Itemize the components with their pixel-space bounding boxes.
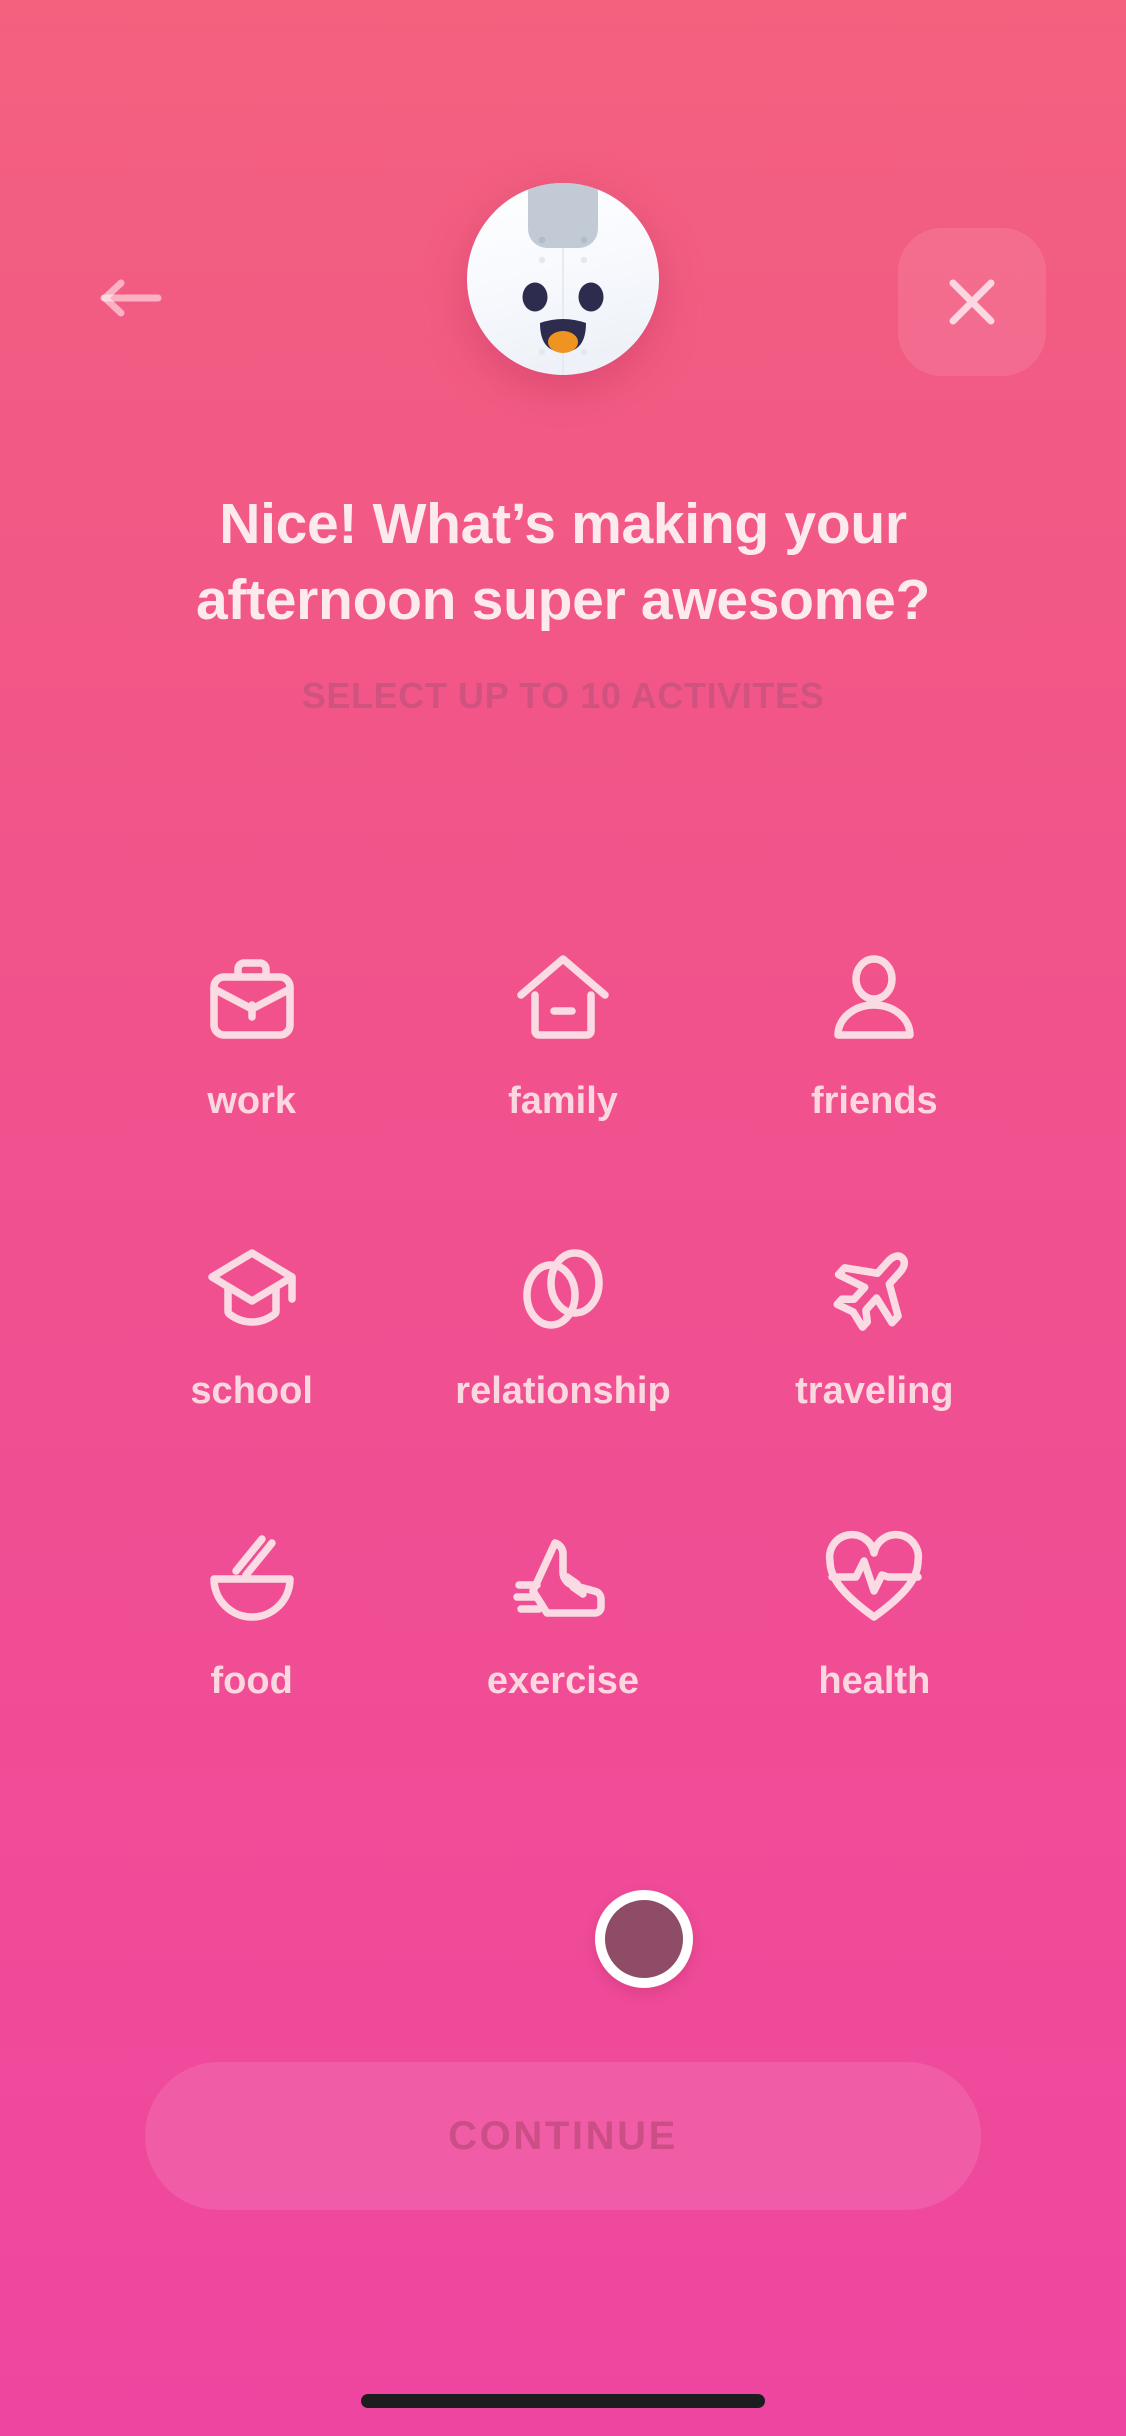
- top-bar: [0, 0, 1126, 420]
- person-icon: [822, 940, 926, 1058]
- activity-item-work[interactable]: work: [96, 940, 407, 1230]
- close-button[interactable]: [898, 228, 1046, 376]
- activity-label: family: [508, 1080, 618, 1122]
- back-button[interactable]: [100, 252, 204, 344]
- activity-label: school: [190, 1370, 313, 1412]
- activity-label: traveling: [795, 1370, 954, 1412]
- activity-item-health[interactable]: health: [719, 1520, 1030, 1810]
- home-indicator: [361, 2394, 765, 2408]
- activity-grid: work family friends school relationship …: [0, 940, 1126, 1810]
- activity-label: friends: [810, 1080, 938, 1122]
- page-subtitle: SELECT UP TO 10 ACTIVITES: [301, 675, 825, 716]
- activity-item-school[interactable]: school: [96, 1230, 407, 1520]
- linked-rings-icon: [511, 1230, 615, 1348]
- activity-item-relationship[interactable]: relationship: [407, 1230, 718, 1520]
- activity-label: exercise: [486, 1660, 640, 1702]
- airplane-icon: [822, 1230, 926, 1348]
- heart-pulse-icon: [822, 1520, 926, 1638]
- activity-label: health: [818, 1660, 931, 1702]
- house-icon: [511, 940, 615, 1058]
- running-shoe-icon: [511, 1520, 615, 1638]
- headings-block: Nice! What’s making your afternoon super…: [0, 486, 1126, 718]
- loading-dot: [595, 1890, 693, 1988]
- activity-item-exercise[interactable]: exercise: [407, 1520, 718, 1810]
- graduation-cap-icon: [200, 1230, 304, 1348]
- continue-button-label: CONTINUE: [448, 2113, 678, 2158]
- briefcase-icon: [200, 940, 304, 1058]
- continue-button[interactable]: CONTINUE: [145, 2062, 981, 2210]
- page-title: Nice! What’s making your afternoon super…: [196, 492, 930, 632]
- activity-item-food[interactable]: food: [96, 1520, 407, 1810]
- activity-item-friends[interactable]: friends: [719, 940, 1030, 1230]
- bowl-chopsticks-icon: [200, 1520, 304, 1638]
- activity-item-family[interactable]: family: [407, 940, 718, 1230]
- arrow-left-icon: [100, 275, 164, 321]
- activity-label: relationship: [455, 1370, 671, 1412]
- activity-label: food: [210, 1660, 293, 1702]
- mascot-avatar-icon: [466, 182, 660, 376]
- activity-item-traveling[interactable]: traveling: [719, 1230, 1030, 1520]
- activity-label: work: [207, 1080, 297, 1122]
- close-x-icon: [941, 271, 1003, 333]
